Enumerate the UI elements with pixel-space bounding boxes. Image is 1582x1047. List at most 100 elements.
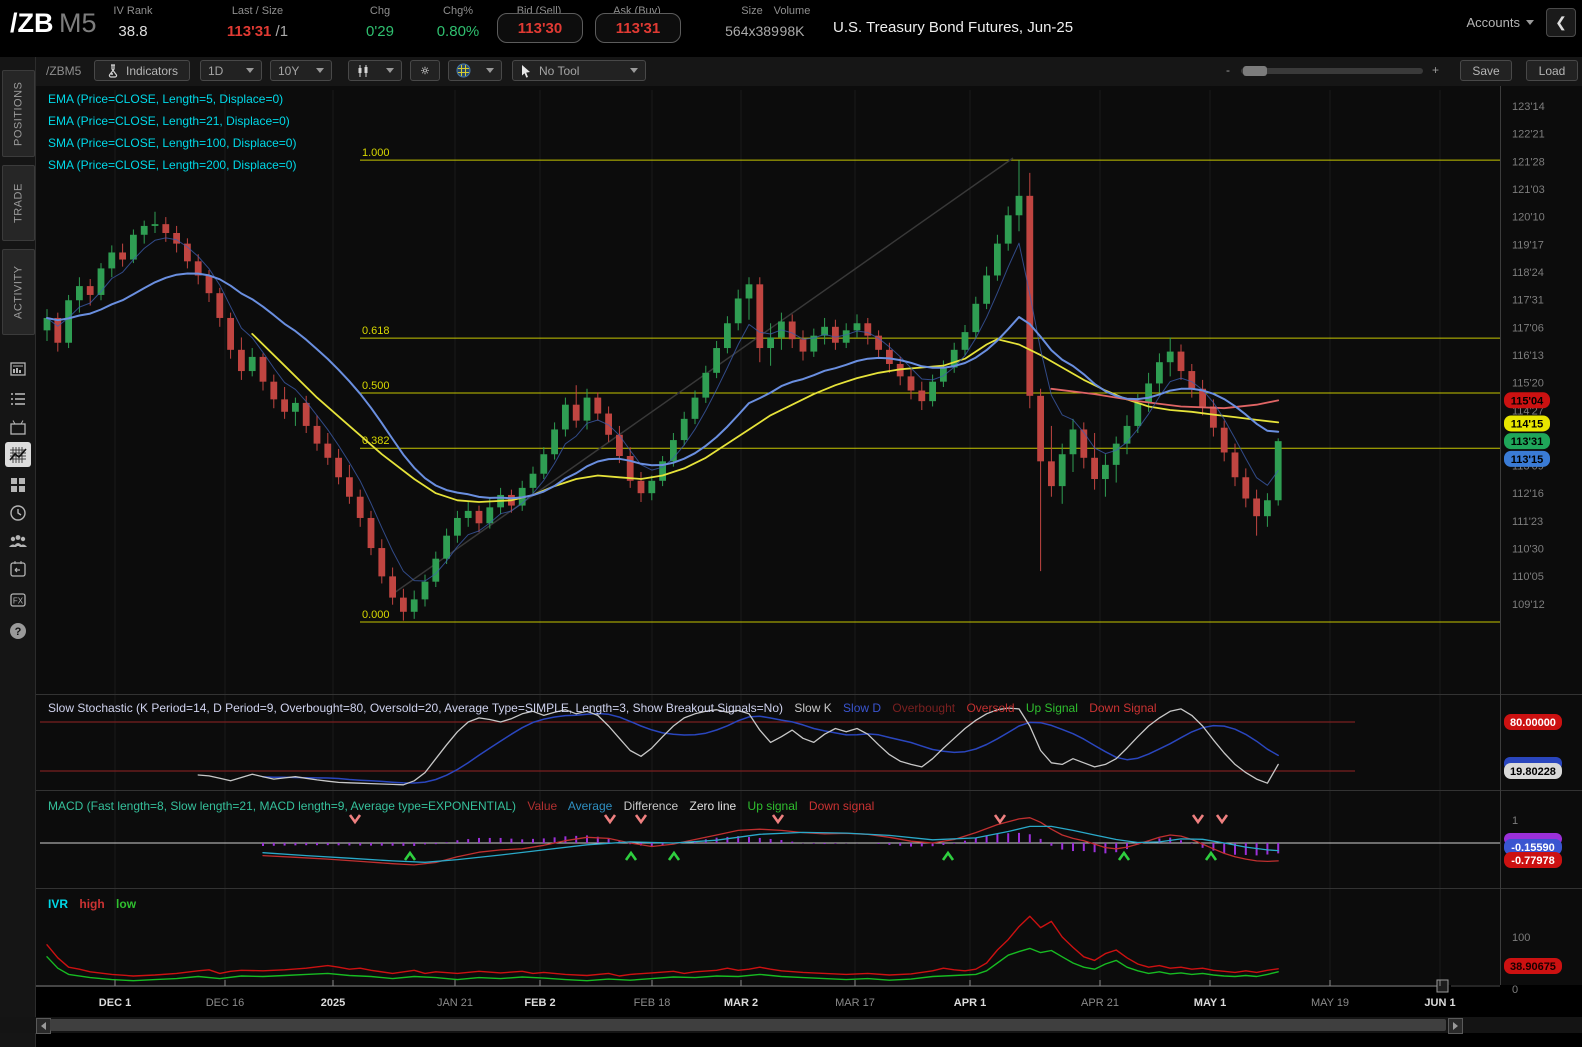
- bid-price: 113'30: [517, 19, 563, 37]
- svg-text:117'06: 117'06: [1512, 322, 1544, 334]
- scroll-right-button[interactable]: [1448, 1018, 1463, 1034]
- svg-text:122'21: 122'21: [1512, 129, 1545, 141]
- ask-button[interactable]: 113'31: [595, 13, 681, 43]
- legend-slow-d: Slow D: [843, 701, 882, 715]
- stochastic-legend: Slow Stochastic (K Period=14, D Period=9…: [48, 701, 1165, 715]
- svg-text:2025: 2025: [321, 997, 345, 1009]
- bid-button[interactable]: 113'30: [497, 13, 583, 43]
- chart-toolbar: /ZBM5 Indicators 1D 10Y No Tool - + Save…: [36, 57, 1582, 87]
- macd-legend: MACD (Fast length=8, Slow length=21, MAC…: [48, 799, 882, 813]
- candlestick-icon: [358, 64, 368, 77]
- horizontal-scrollbar[interactable]: [0, 1017, 1582, 1034]
- arrow-right-icon: [1453, 1022, 1458, 1030]
- toolbar-symbol: /ZBM5: [46, 64, 82, 78]
- chg-pct-label: Chg%: [443, 5, 473, 17]
- symbol-root: /ZB: [10, 8, 54, 38]
- legend-ema21[interactable]: EMA (Price=CLOSE, Length=21, Displace=0): [48, 110, 296, 132]
- range-dropdown[interactable]: 10Y: [270, 60, 332, 81]
- svg-text:111'23: 111'23: [1512, 516, 1543, 528]
- svg-text:0.000: 0.000: [362, 609, 390, 621]
- symbol-contract: M5: [59, 8, 97, 38]
- svg-text:1.000: 1.000: [362, 147, 390, 159]
- zoom-out-label[interactable]: -: [1226, 63, 1230, 77]
- collapse-panel-button[interactable]: ❮: [1546, 8, 1576, 37]
- legend-oversold: Oversold: [966, 701, 1015, 715]
- stochastic-title[interactable]: Slow Stochastic (K Period=14, D Period=9…: [48, 701, 783, 715]
- flask-icon: [108, 63, 118, 78]
- chart-canvas[interactable]: 1.0000.6180.5000.3820.000123'14122'21121…: [0, 86, 1582, 1015]
- legend-ema5[interactable]: EMA (Price=CLOSE, Length=5, Displace=0): [48, 88, 296, 110]
- svg-text:110'05: 110'05: [1512, 571, 1544, 583]
- chg-value: 0'29: [366, 23, 394, 40]
- iv-rank-label: IV Rank: [113, 5, 153, 17]
- zoom-slider[interactable]: [1241, 66, 1423, 76]
- svg-text:118'24: 118'24: [1512, 267, 1544, 279]
- chart-settings-button[interactable]: [410, 60, 440, 81]
- svg-text:100: 100: [1512, 932, 1530, 944]
- load-button[interactable]: Load: [1526, 60, 1578, 81]
- svg-text:MAR 2: MAR 2: [724, 997, 758, 1009]
- svg-text:JUN 1: JUN 1: [1424, 997, 1455, 1009]
- macd-title[interactable]: MACD (Fast length=8, Slow length=21, MAC…: [48, 799, 516, 813]
- svg-text:80.00000: 80.00000: [1510, 717, 1556, 729]
- legend-ivr-high: high: [79, 897, 105, 911]
- iv-rank-value: 38.8: [118, 23, 148, 40]
- svg-text:113'15: 113'15: [1511, 454, 1544, 466]
- last-price: 113'31: [226, 23, 272, 40]
- aggregation-dropdown[interactable]: 1D: [200, 60, 262, 81]
- svg-text:0.500: 0.500: [362, 380, 390, 392]
- chg-label: Chg: [369, 5, 391, 17]
- legend-macd-down: Down signal: [808, 799, 875, 813]
- svg-text:113'31: 113'31: [1511, 436, 1544, 448]
- chevron-down-icon: [246, 68, 254, 73]
- zoom-slider-handle[interactable]: [1243, 66, 1267, 76]
- legend-sma200[interactable]: SMA (Price=CLOSE, Length=200, Displace=0…: [48, 154, 296, 176]
- svg-text:0.618: 0.618: [362, 325, 390, 337]
- pattern-grid-icon: [456, 63, 471, 78]
- instrument-description: U.S. Treasury Bond Futures, Jun-25: [833, 19, 1074, 36]
- drawing-tool-dropdown[interactable]: No Tool: [512, 60, 646, 81]
- svg-text:121'03: 121'03: [1512, 184, 1545, 196]
- arrow-left-icon: [41, 1022, 46, 1030]
- legend-macd-value: Value: [527, 799, 558, 813]
- indicators-button[interactable]: Indicators: [94, 60, 190, 81]
- legend-macd-up: Up signal: [747, 799, 798, 813]
- last-size-value: 113'31 /1: [195, 23, 320, 40]
- chart-style-dropdown[interactable]: [348, 60, 402, 81]
- svg-text:MAY 1: MAY 1: [1194, 997, 1226, 1009]
- accounts-dropdown[interactable]: Accounts: [1467, 15, 1534, 30]
- svg-text:0: 0: [1512, 984, 1518, 996]
- chevron-down-icon: [630, 68, 638, 73]
- trading-platform-window: { "header": { "symbol": "/ZB", "contract…: [0, 0, 1582, 1047]
- load-label: Load: [1538, 63, 1566, 78]
- quote-header: /ZB M5 IV Rank 38.8 Last / Size 113'31 /…: [0, 0, 1582, 57]
- svg-text:APR 21: APR 21: [1081, 997, 1119, 1009]
- legend-down-signal: Down Signal: [1089, 701, 1157, 715]
- drawing-tool-value: No Tool: [539, 63, 580, 78]
- svg-text:FEB 18: FEB 18: [634, 997, 671, 1009]
- svg-text:APR 1: APR 1: [954, 997, 986, 1009]
- aggregation-value: 1D: [208, 63, 224, 78]
- svg-text:121'28: 121'28: [1512, 156, 1545, 168]
- svg-text:1: 1: [1512, 815, 1518, 827]
- ivr-title[interactable]: IVR: [48, 897, 68, 911]
- svg-text:116'13: 116'13: [1512, 350, 1544, 362]
- scrollbar-thumb[interactable]: [50, 1019, 1446, 1031]
- legend-sma100[interactable]: SMA (Price=CLOSE, Length=100, Displace=0…: [48, 132, 296, 154]
- svg-text:FEB 2: FEB 2: [524, 997, 555, 1009]
- svg-text:MAY 19: MAY 19: [1311, 997, 1349, 1009]
- chevron-down-icon: [386, 68, 394, 73]
- ask-price: 113'31: [615, 19, 661, 37]
- save-button[interactable]: Save: [1460, 60, 1512, 81]
- range-value: 10Y: [278, 63, 300, 78]
- gear-icon: [421, 66, 429, 75]
- legend-macd-zeroline: Zero line: [689, 799, 737, 813]
- volume-label: Volume: [773, 5, 811, 17]
- legend-macd-difference: Difference: [623, 799, 679, 813]
- svg-text:DEC 16: DEC 16: [206, 997, 245, 1009]
- scroll-left-button[interactable]: [36, 1018, 51, 1034]
- patterns-dropdown[interactable]: [448, 60, 502, 81]
- chevron-left-icon: ❮: [1555, 14, 1567, 30]
- zoom-in-label[interactable]: +: [1432, 63, 1439, 77]
- svg-text:DEC 1: DEC 1: [99, 997, 131, 1009]
